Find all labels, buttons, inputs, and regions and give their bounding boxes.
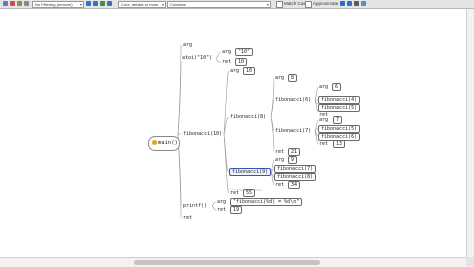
horizontal-scroll-thumb[interactable] <box>134 260 320 265</box>
function-icon <box>152 140 157 145</box>
printf-arg-value[interactable]: "fibonacci(%d) = %d\n" <box>230 198 303 206</box>
scope-select[interactable]: Core, details or more ▾ <box>118 1 166 8</box>
filter-select-value: No Filtering (remove) <box>35 2 73 7</box>
approximate-checkbox[interactable] <box>305 1 312 8</box>
toolbar: No Filtering (remove) ▾ Core, details or … <box>0 0 474 9</box>
printf-call-node[interactable]: printf() <box>182 203 209 209</box>
fib6-arg-label[interactable]: arg <box>318 84 330 90</box>
main-arg-node[interactable]: arg <box>182 42 194 48</box>
filter-select[interactable]: No Filtering (remove) ▾ <box>32 1 84 8</box>
zoom-out-icon[interactable] <box>86 1 91 6</box>
root-node-main[interactable]: main() <box>148 136 180 151</box>
main-ret-node[interactable]: ret <box>182 215 194 221</box>
match-case-checkbox[interactable] <box>276 1 283 8</box>
atoi-arg-label[interactable]: arg <box>221 49 233 55</box>
fib7-node[interactable]: fibonacci(7) <box>274 128 313 134</box>
fib7-child-a[interactable]: fibonacci(5) <box>318 125 361 133</box>
clear-filter-icon[interactable] <box>361 1 366 6</box>
fib8-arg-value[interactable]: 8 <box>288 74 298 82</box>
fib7-arg-value[interactable]: 7 <box>333 116 343 124</box>
mode-select[interactable]: Contains ▾ <box>167 1 271 8</box>
scope-select-value: Core, details or more <box>121 2 159 7</box>
chevron-down-icon: ▾ <box>266 2 269 7</box>
approximate-label: Approximate <box>313 1 339 6</box>
root-label: main() <box>158 140 178 146</box>
fib10-ret-value[interactable]: 55 <box>243 189 256 197</box>
fib6-child-a[interactable]: fibonacci(4) <box>318 96 361 104</box>
fib10-ret-label[interactable]: ret <box>229 190 241 196</box>
filter-options-icon[interactable] <box>10 1 15 6</box>
fib9-arg-value[interactable]: 9 <box>288 156 298 164</box>
chevron-down-icon: ▾ <box>79 2 82 7</box>
mindmap-canvas[interactable]: main() arg atoi("10") arg "10" ret 10 fi… <box>0 9 466 257</box>
select-icon[interactable] <box>107 1 112 6</box>
zoom-in-icon[interactable] <box>93 1 98 6</box>
fib7-ret-value[interactable]: 13 <box>333 140 346 148</box>
filter-icon[interactable] <box>3 1 8 6</box>
atoi-ret-label[interactable]: ret <box>221 59 233 65</box>
fib9-ret-label[interactable]: ret <box>274 182 286 188</box>
redo-filter-icon[interactable] <box>24 1 29 6</box>
printf-ret-label[interactable]: ret <box>216 207 228 213</box>
fib8-ret-label[interactable]: ret <box>274 149 286 155</box>
fib8-node[interactable]: fibonacci(8) <box>229 114 268 120</box>
fit-icon[interactable] <box>100 1 105 6</box>
edge-layer <box>177 44 319 219</box>
find-all-icon[interactable] <box>354 1 359 6</box>
atoi-call-node[interactable]: atoi("10") <box>181 55 214 61</box>
fib6-arg-value[interactable]: 6 <box>332 83 342 91</box>
fib10-arg-value[interactable]: 10 <box>243 67 256 75</box>
vertical-scrollbar[interactable] <box>466 9 474 257</box>
atoi-ret-value[interactable]: 10 <box>235 58 248 66</box>
fib9-node-selected[interactable]: fibonacci(9) <box>229 168 272 176</box>
fib9-arg-label[interactable]: arg <box>274 157 286 163</box>
printf-ret-value[interactable]: 19 <box>230 206 243 214</box>
fib9-ret-value[interactable]: 34 <box>288 181 301 189</box>
fib8-ret-value[interactable]: 21 <box>288 148 301 156</box>
atoi-arg-value[interactable]: "10" <box>235 48 254 56</box>
printf-arg-label[interactable]: arg <box>216 199 228 205</box>
fib9-child-b[interactable]: fibonacci(8) <box>274 173 317 181</box>
scroll-corner <box>466 257 474 266</box>
fib9-child-a[interactable]: fibonacci(7) <box>274 165 317 173</box>
find-previous-icon[interactable] <box>340 1 345 6</box>
fib7-ret-label[interactable]: ret <box>318 141 330 147</box>
fib8-arg-label[interactable]: arg <box>274 75 286 81</box>
find-next-icon[interactable] <box>347 1 352 6</box>
mode-select-value: Contains <box>170 2 186 7</box>
fib6-child-b[interactable]: fibonacci(5) <box>318 104 361 112</box>
chevron-down-icon: ▾ <box>161 2 164 7</box>
fib7-arg-label[interactable]: arg <box>318 117 330 123</box>
fib10-arg-label[interactable]: arg <box>229 68 241 74</box>
fib10-node[interactable]: fibonacci(10) <box>182 131 224 137</box>
fib6-node[interactable]: fibonacci(6) <box>274 97 313 103</box>
undo-filter-icon[interactable] <box>17 1 22 6</box>
